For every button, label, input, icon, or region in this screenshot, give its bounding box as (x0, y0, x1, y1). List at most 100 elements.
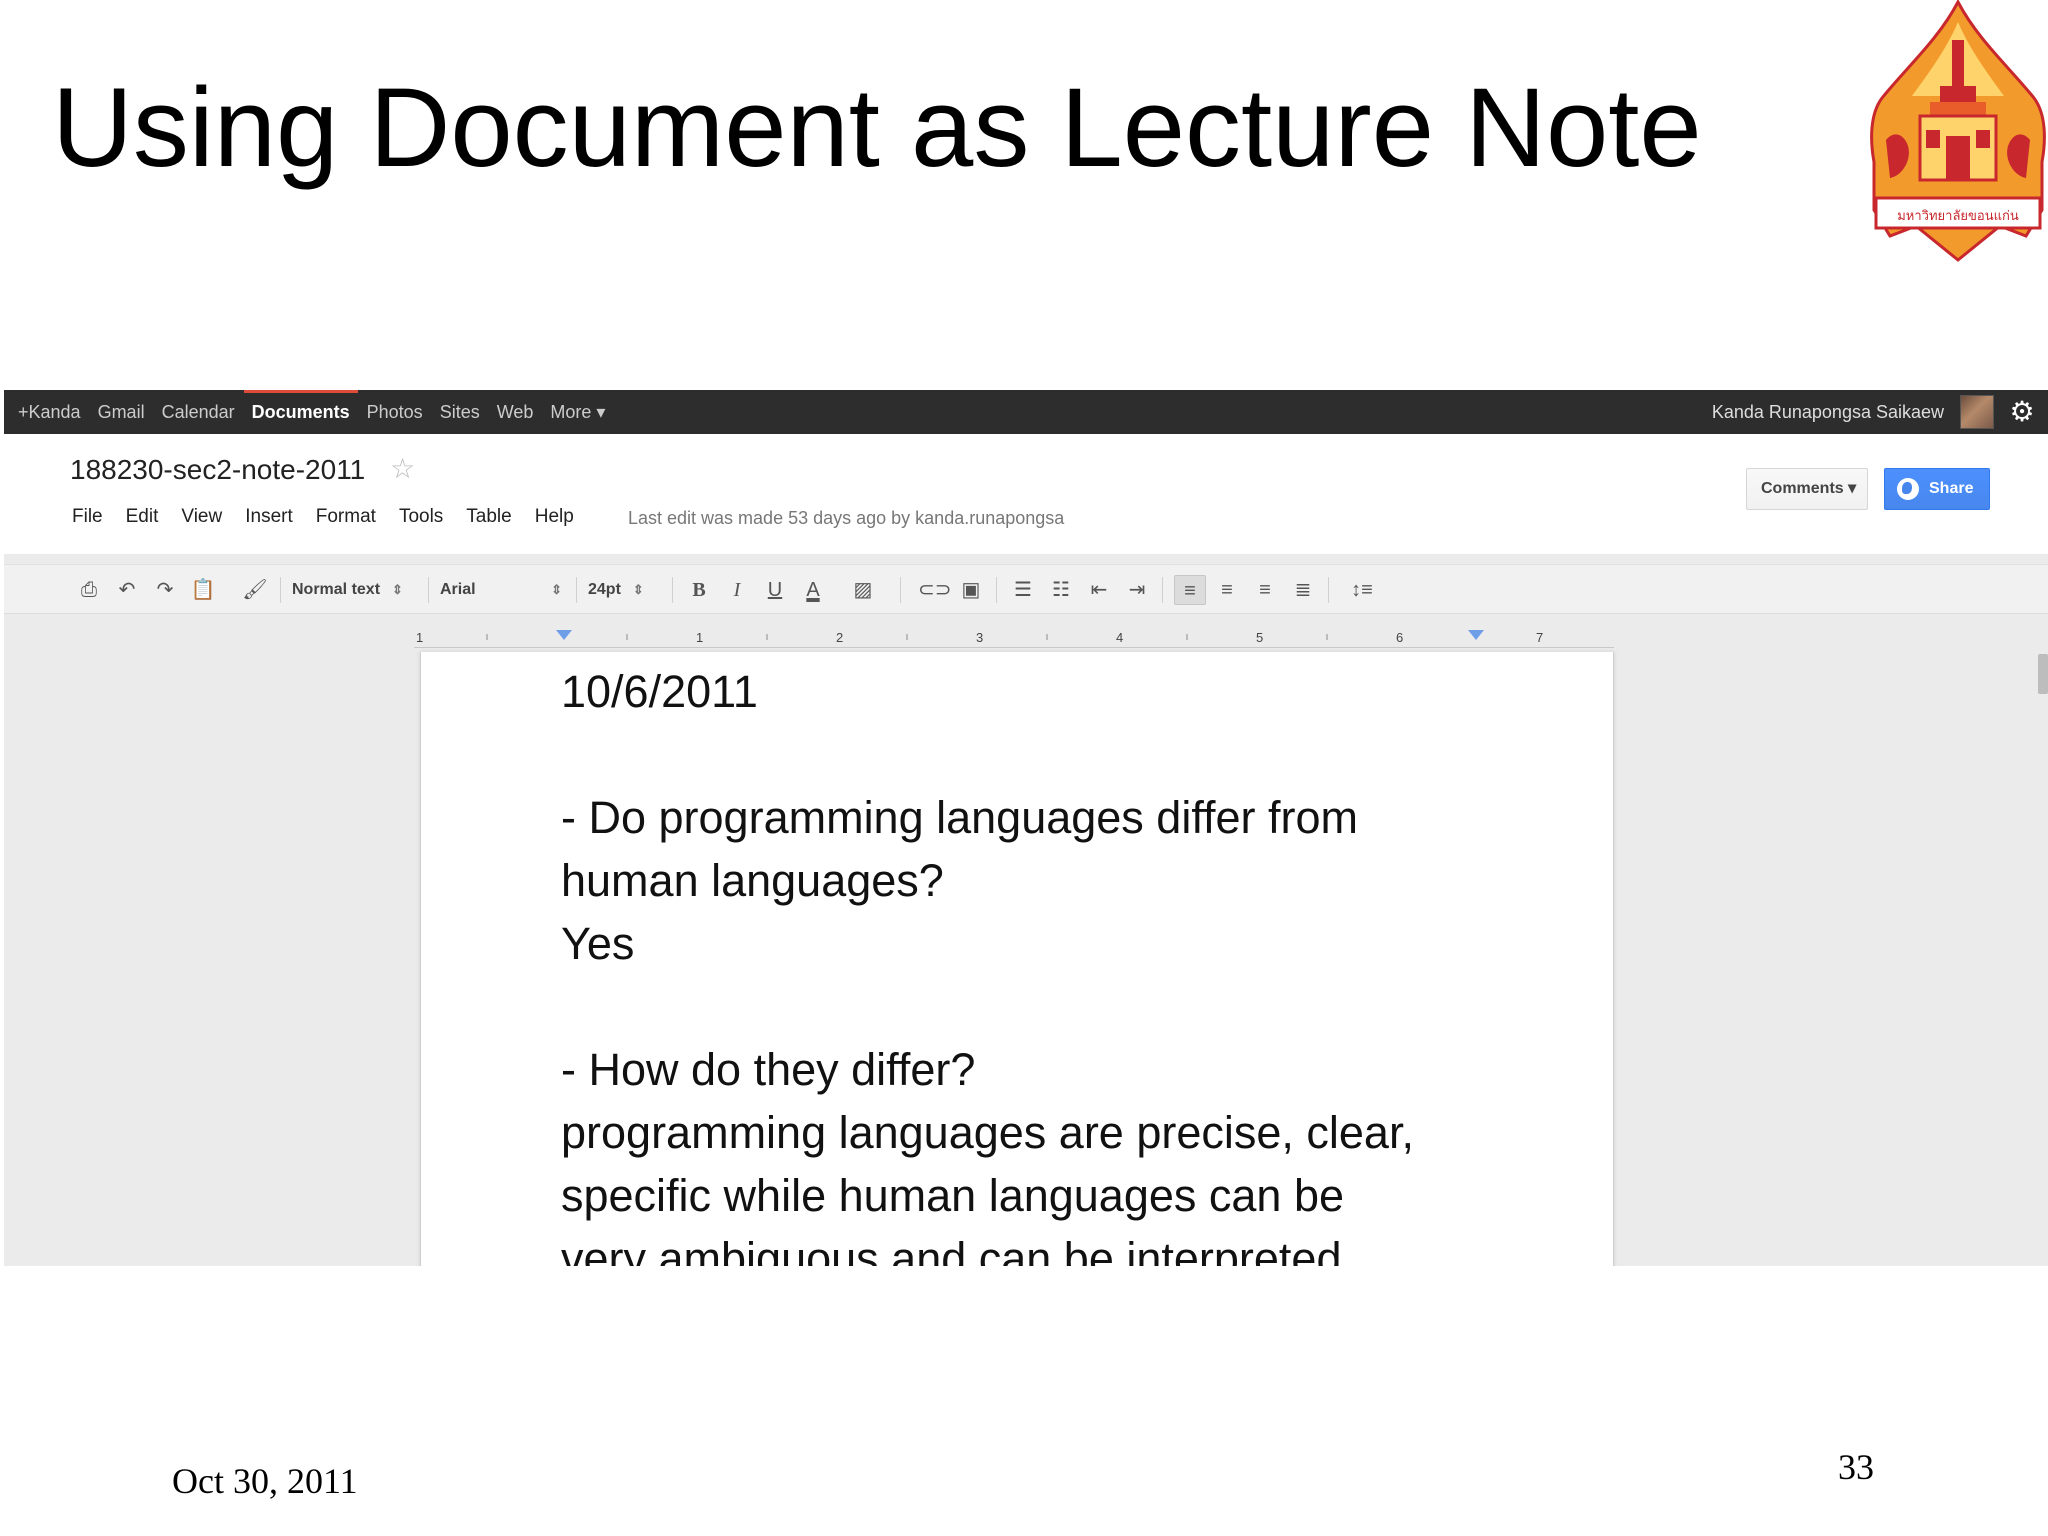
ruler-label: 3 (976, 630, 984, 645)
align-left-icon[interactable]: ≡ (1174, 575, 1206, 605)
gear-icon[interactable]: ⚙ (2006, 396, 2038, 428)
nav-item-gmail[interactable]: Gmail (98, 390, 145, 434)
align-center-icon[interactable]: ≡ (1214, 575, 1240, 605)
nav-item-photos[interactable]: Photos (367, 390, 423, 434)
doc-line: - How do they differ? (561, 1044, 976, 1095)
link-icon[interactable]: ⊂⊃ (918, 575, 952, 605)
font-value: Arial (440, 581, 476, 598)
right-indent-marker[interactable] (1468, 630, 1484, 640)
toolbar-divider (672, 577, 673, 603)
menu-edit[interactable]: Edit (126, 506, 159, 528)
comments-button[interactable]: Comments ▾ (1746, 468, 1868, 510)
align-right-icon[interactable]: ≡ (1252, 575, 1278, 605)
italic-icon[interactable]: I (724, 575, 750, 605)
menu-table[interactable]: Table (466, 506, 511, 528)
undo-icon[interactable]: ↶ (114, 575, 140, 605)
share-button[interactable]: Share (1884, 468, 1990, 510)
paint-format-icon[interactable]: 🖌 (242, 575, 268, 605)
doc-line: programming languages are precise, clear… (561, 1107, 1414, 1158)
ruler-mark (1186, 634, 1188, 640)
bulleted-list-icon[interactable]: ☷ (1048, 575, 1074, 605)
nav-item-calendar[interactable]: Calendar (162, 390, 235, 434)
menu-help[interactable]: Help (535, 506, 574, 528)
doc-header: 188230-sec2-note-2011 ☆ File Edit View I… (4, 434, 2048, 554)
decrease-indent-icon[interactable]: ⇤ (1086, 575, 1112, 605)
increase-indent-icon[interactable]: ⇥ (1124, 575, 1150, 605)
google-docs-screenshot: +Kanda Gmail Calendar Documents Photos S… (4, 390, 2048, 1266)
ruler-label: 7 (1536, 630, 1544, 645)
doc-line: - Do programming languages differ from (561, 792, 1359, 843)
print-icon[interactable]: ⎙ (76, 575, 102, 605)
font-select[interactable]: Arial ⇕ (440, 575, 566, 605)
doc-line-blank (561, 723, 1561, 786)
underline-icon[interactable]: U (762, 575, 788, 605)
document-page[interactable]: 10/6/2011 - Do programming languages dif… (420, 652, 1614, 1266)
nav-item-web[interactable]: Web (497, 390, 534, 434)
doc-line: very ambiguous and can be interpreted (561, 1233, 1342, 1266)
google-nav: +Kanda Gmail Calendar Documents Photos S… (18, 390, 622, 434)
menu-file[interactable]: File (72, 506, 103, 528)
nav-item-more[interactable]: More ▾ (550, 390, 605, 434)
ruler-mark (626, 634, 628, 640)
star-icon[interactable]: ☆ (390, 452, 415, 485)
numbered-list-icon[interactable]: ☰ (1010, 575, 1036, 605)
doc-line: Yes (561, 918, 635, 969)
bold-icon[interactable]: B (686, 575, 712, 605)
doc-line: specific while human languages can be (561, 1170, 1344, 1221)
menu-bar: File Edit View Insert Format Tools Table… (72, 506, 597, 528)
last-edit-status[interactable]: Last edit was made 53 days ago by kanda.… (628, 508, 1064, 529)
redo-icon[interactable]: ↷ (152, 575, 178, 605)
left-indent-marker[interactable] (556, 630, 572, 640)
toolbar-divider (1328, 577, 1329, 603)
highlight-color-icon[interactable]: ▨ (850, 575, 876, 605)
university-logo: มหาวิทยาลัยขอนแก่น (1870, 0, 2046, 262)
nav-item-kanda[interactable]: +Kanda (18, 390, 81, 434)
menu-view[interactable]: View (181, 506, 222, 528)
ruler-label: 1 (696, 630, 704, 645)
menu-format[interactable]: Format (316, 506, 376, 528)
ruler-label: 1 (416, 630, 424, 645)
style-value: Normal text (292, 581, 381, 598)
ruler[interactable]: 1 1 2 3 4 5 6 7 (414, 626, 1614, 648)
doc-line-blank (561, 975, 1561, 1038)
scrollbar[interactable] (2038, 654, 2048, 694)
style-select[interactable]: Normal text ⇕ (292, 575, 403, 605)
menu-insert[interactable]: Insert (245, 506, 293, 528)
toolbar-divider (576, 577, 577, 603)
justify-icon[interactable]: ≣ (1290, 575, 1316, 605)
menu-tools[interactable]: Tools (399, 506, 443, 528)
ruler-mark (1046, 634, 1048, 640)
format-toolbar: ⎙ ↶ ↷ 📋 🖌 Normal text ⇕ Arial ⇕ 24pt ⇕ B I … (4, 564, 2048, 614)
ruler-mark (906, 634, 908, 640)
ruler-mark (766, 634, 768, 640)
text-color-icon[interactable]: A (800, 575, 826, 605)
ruler-label: 6 (1396, 630, 1404, 645)
document-body[interactable]: 10/6/2011 - Do programming languages dif… (561, 660, 1561, 1266)
logo-text: มหาวิทยาลัยขอนแก่น (1897, 209, 2019, 224)
globe-icon (1897, 478, 1919, 500)
doc-title[interactable]: 188230-sec2-note-2011 (70, 454, 365, 486)
toolbar-divider (996, 577, 997, 603)
slide-title: Using Document as Lecture Note (52, 65, 1702, 190)
avatar[interactable] (1960, 395, 1994, 429)
font-size-select[interactable]: 24pt ⇕ (588, 575, 644, 605)
paste-icon[interactable]: 📋 (190, 575, 216, 605)
toolbar-divider (428, 577, 429, 603)
image-icon[interactable]: ▣ (958, 575, 984, 605)
ruler-label: 5 (1256, 630, 1264, 645)
share-label: Share (1929, 480, 1974, 497)
toolbar-divider (280, 577, 281, 603)
doc-line: human languages? (561, 855, 944, 906)
toolbar-divider (900, 577, 901, 603)
toolbar-divider (1162, 577, 1163, 603)
nav-item-sites[interactable]: Sites (440, 390, 480, 434)
ruler-label: 4 (1116, 630, 1124, 645)
user-name[interactable]: Kanda Runapongsa Saikaew (1712, 390, 1944, 434)
doc-line: 10/6/2011 (561, 666, 758, 717)
ruler-mark (1326, 634, 1328, 640)
footer-date: Oct 30, 2011 (172, 1461, 358, 1501)
line-spacing-icon[interactable]: ↕≡ (1342, 575, 1382, 605)
font-size-value: 24pt (588, 581, 621, 598)
slide-page-number: 33 (1838, 1447, 1874, 1487)
nav-item-documents[interactable]: Documents (243, 390, 358, 434)
